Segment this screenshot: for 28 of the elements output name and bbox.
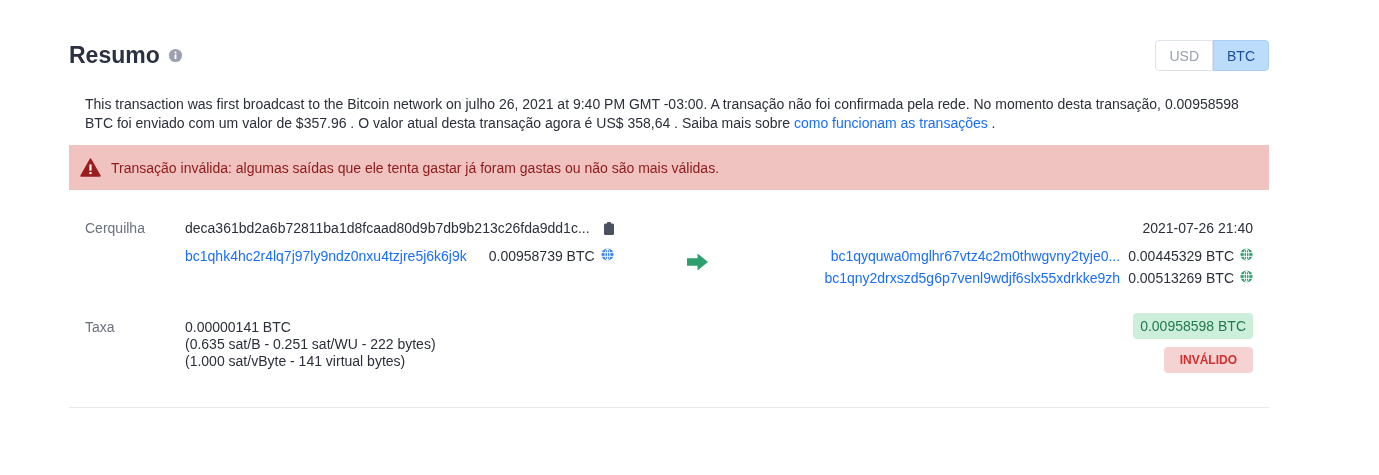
total-amount-badge: 0.00958598 BTC bbox=[1133, 313, 1253, 339]
fee-text: (0.635 sat/B - 0.251 sat/WU - 222 bytes) bbox=[185, 336, 436, 353]
fee-text: (1.000 sat/vByte - 141 virtual bytes) bbox=[185, 353, 407, 370]
currency-toggle[interactable]: USD bbox=[1155, 40, 1213, 71]
transactions-link[interactable]: como funcionam as transações bbox=[793, 115, 988, 131]
input-address[interactable]: bc1qhk4hc2r4lq7j97ly9ndz0nxu4tzjre5j6k6j9k bbox=[185, 248, 467, 264]
globe-icon[interactable] bbox=[1240, 269, 1253, 283]
output-address[interactable]: bc1qyquwa0mglhr67vtz4c2m0thwgvny2tyje0... bbox=[830, 248, 1121, 264]
globe-icon[interactable] bbox=[600, 247, 614, 261]
fee-label: Taxa bbox=[85, 319, 116, 337]
output-address[interactable]: bc1qny2drxszd5g6p7venl9wdjf6slx55xdrkke9zh bbox=[824, 270, 1121, 286]
status-badge: INVÁLIDO bbox=[1163, 347, 1253, 373]
clipboard-icon[interactable] bbox=[603, 221, 614, 235]
input-amount: 0.00958739 BTC bbox=[488, 248, 595, 264]
globe-icon[interactable] bbox=[1240, 247, 1253, 261]
summary-paragraph: This transaction was first broadcast to the Bitcoin network on julho 26, 2021 at 9:40 PM GMT -03:00. A transação não foi confirmada pela rede. No momento desta transação, 0.00958598 BTC foi enviado com um valor de $357.96 . O valor atual desta transação agora é US$ 358,64 . Saiba mais sobre como funcionam as transações . bbox=[85, 95, 1240, 133]
transaction-time: 2021-07-26 21:40 bbox=[1142, 220, 1253, 236]
hash-label: Cerquilha bbox=[85, 220, 146, 238]
section-title: Resumo bbox=[69, 42, 160, 69]
info-icon[interactable] bbox=[167, 48, 183, 63]
output-amount: 0.00445329 BTC bbox=[1128, 248, 1234, 264]
fee-text: 0.00000141 BTC bbox=[185, 319, 292, 336]
transaction-hash: deca361bd2a6b72811ba1d8fcaad80d9b7db9b213c26fda9dd1c... bbox=[185, 220, 590, 236]
arrow-icon bbox=[687, 253, 708, 271]
alert-message: Transação inválida: algumas saídas que ele tenta gastar já foram gastas ou não são mais válidas. bbox=[111, 159, 720, 176]
currency-toggle[interactable]: BTC bbox=[1213, 40, 1269, 71]
warning-icon bbox=[80, 158, 101, 177]
output-amount: 0.00513269 BTC bbox=[1128, 270, 1234, 286]
